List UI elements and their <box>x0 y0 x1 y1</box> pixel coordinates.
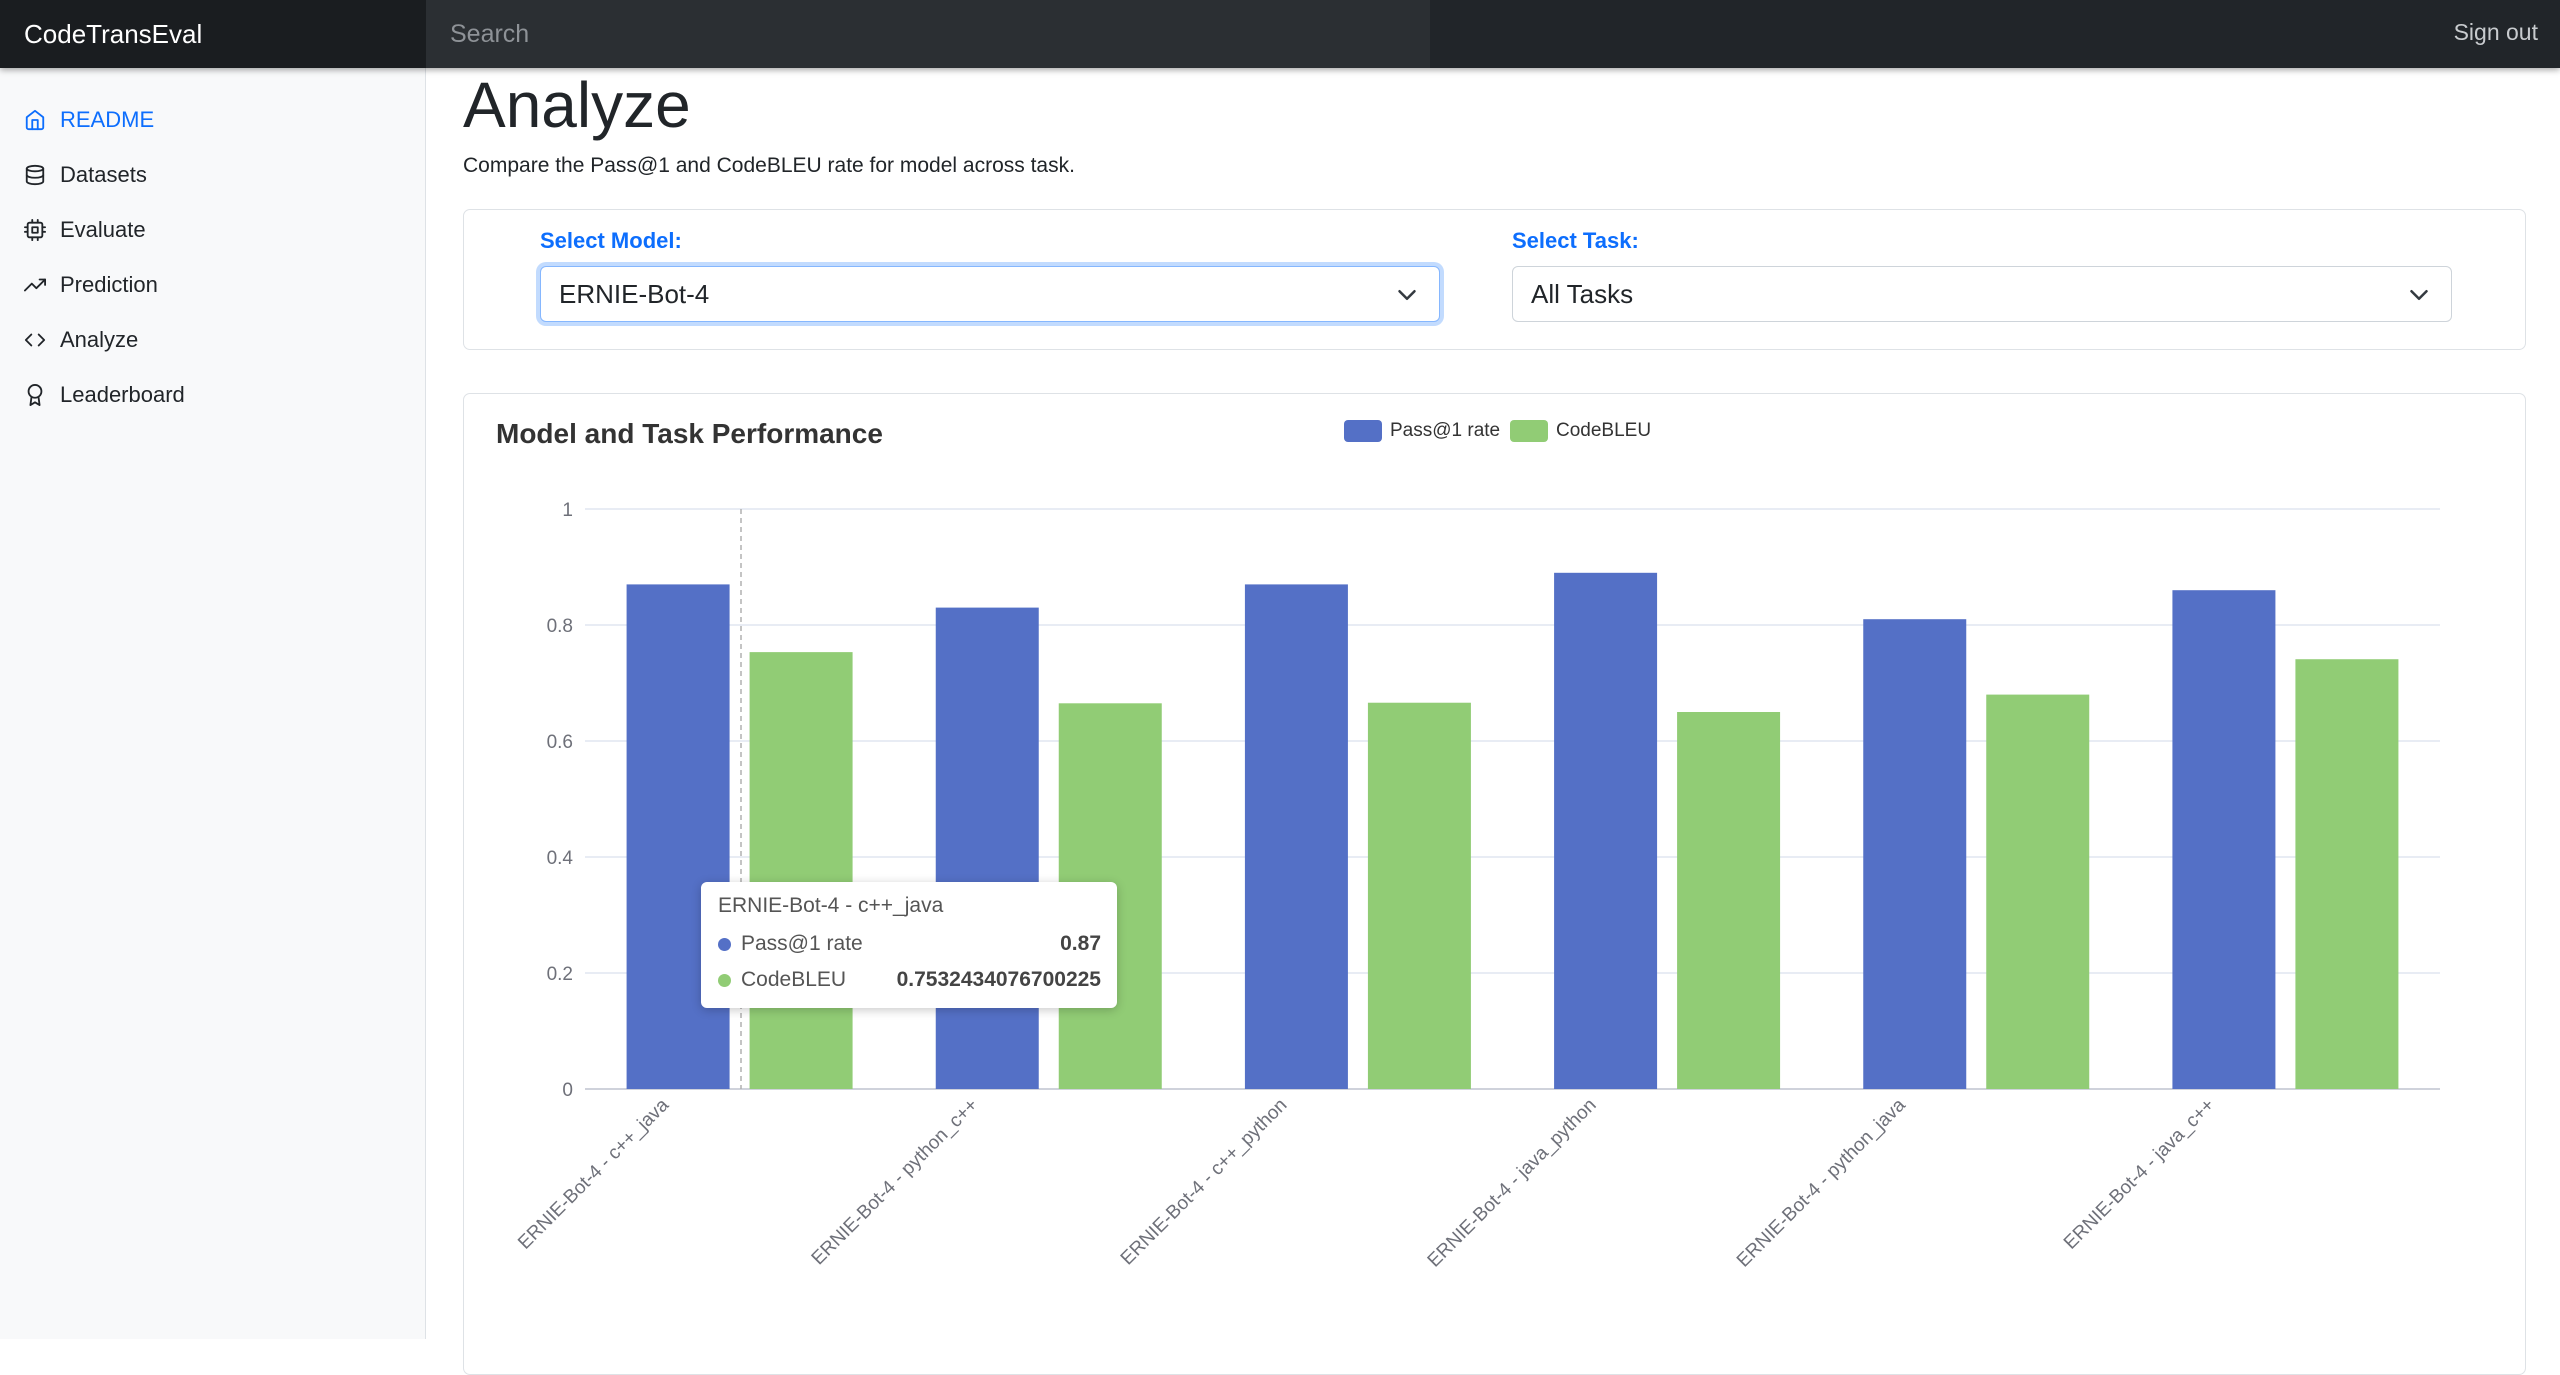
legend-label: Pass@1 rate <box>1390 420 1501 441</box>
main-content: Analyze Compare the Pass@1 and CodeBLEU … <box>426 68 2560 1375</box>
tooltip-title: ERNIE-Bot-4 - c++_java <box>718 894 944 917</box>
sidebar-item-leaderboard[interactable]: Leaderboard <box>24 375 185 415</box>
series-dot <box>718 973 731 987</box>
sign-out-link[interactable]: Sign out <box>2431 0 2560 68</box>
series-dot <box>718 937 731 951</box>
chart-title: Model and Task Performance <box>496 418 883 449</box>
sidebar-item-label: Prediction <box>60 272 158 297</box>
legend-item-codebleu[interactable]: CodeBLEU <box>1510 420 1651 442</box>
sidebar-item-label: README <box>60 107 155 132</box>
search-input[interactable] <box>426 0 1430 68</box>
tooltip-row-pass-at-1: Pass@1 rate 0.87 <box>718 932 1101 956</box>
sidebar-item-label: Analyze <box>60 327 139 352</box>
code-icon <box>24 333 46 347</box>
tooltip-series-value: 0.87 <box>1060 932 1101 955</box>
task-select-label: Select Task: <box>1512 228 1639 253</box>
sidebar-item-readme[interactable]: README <box>24 100 154 140</box>
trending-up-icon <box>24 278 46 292</box>
legend-swatch <box>1510 420 1548 442</box>
tooltip-series-value: 0.7532434076700225 <box>896 968 1101 991</box>
model-select-label: Select Model: <box>540 228 682 253</box>
database-icon <box>25 164 45 186</box>
sidebar-item-evaluate[interactable]: Evaluate <box>24 210 146 250</box>
task-select[interactable]: All Tasks <box>1512 266 2452 322</box>
sidebar-item-analyze[interactable]: Analyze <box>24 320 138 360</box>
model-select[interactable]: ERNIE-Bot-4 <box>540 266 1440 322</box>
legend-label: CodeBLEU <box>1556 420 1652 441</box>
sidebar-item-datasets[interactable]: Datasets <box>24 155 147 195</box>
legend-item-pass-at-1[interactable]: Pass@1 rate <box>1344 420 1500 442</box>
brand-logo[interactable]: CodeTransEval <box>0 0 426 68</box>
chevron-down-icon <box>1398 290 1416 300</box>
award-icon <box>27 384 43 406</box>
sidebar-item-label: Datasets <box>60 162 147 187</box>
chevron-down-icon <box>2410 290 2428 300</box>
sidebar-item-prediction[interactable]: Prediction <box>24 265 158 305</box>
sidebar: README Datasets Evaluate Prediction Anal… <box>0 68 426 1339</box>
task-select-value: All Tasks <box>1531 279 1634 309</box>
tooltip-series-name: Pass@1 rate <box>741 932 863 955</box>
legend-swatch <box>1344 420 1382 442</box>
filter-panel: Select Model: ERNIE-Bot-4 Select Task: A… <box>463 209 2526 350</box>
sidebar-item-label: Evaluate <box>60 217 146 242</box>
chart-tooltip: ERNIE-Bot-4 - c++_java Pass@1 rate 0.87 … <box>701 882 1117 1008</box>
sidebar-item-label: Leaderboard <box>60 382 185 407</box>
tooltip-row-codebleu: CodeBLEU 0.7532434076700225 <box>718 968 1101 992</box>
cpu-icon <box>24 219 46 241</box>
page-subtitle: Compare the Pass@1 and CodeBLEU rate for… <box>463 154 1075 177</box>
top-navbar: CodeTransEval Sign out <box>0 0 2560 68</box>
tooltip-series-name: CodeBLEU <box>741 968 847 991</box>
home-icon <box>25 109 45 131</box>
model-select-value: ERNIE-Bot-4 <box>559 279 710 309</box>
page-title: Analyze <box>463 69 691 141</box>
